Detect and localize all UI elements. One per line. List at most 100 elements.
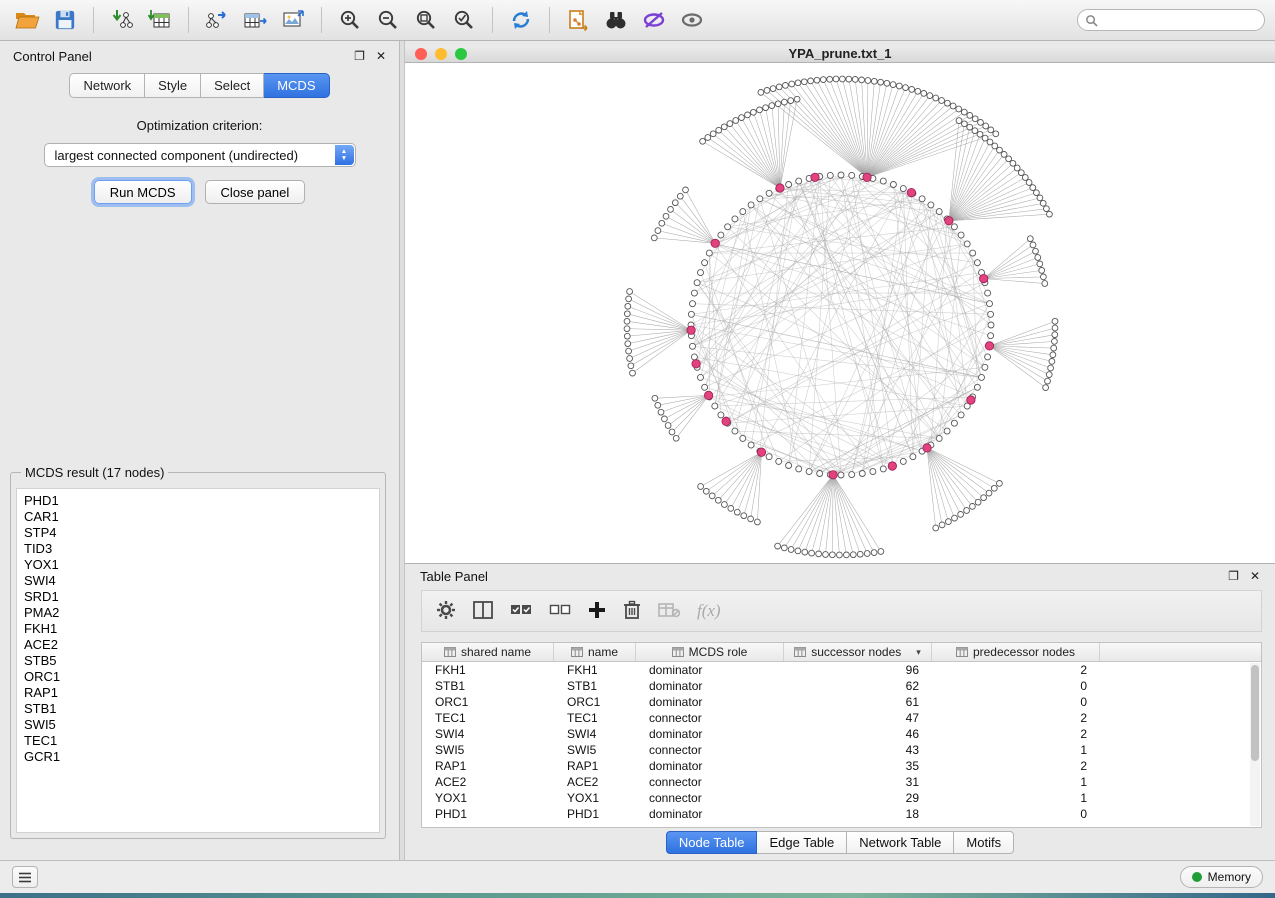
table-row[interactable]: FKH1FKH1dominator962: [422, 662, 1261, 678]
mcds-result-item[interactable]: TEC1: [24, 733, 372, 749]
mcds-result-item[interactable]: CAR1: [24, 509, 372, 525]
zoom-fit-button[interactable]: [409, 5, 443, 35]
table-settings-gear-icon[interactable]: [436, 600, 456, 623]
zoom-out-button[interactable]: [371, 5, 405, 35]
table-scrollbar[interactable]: [1250, 663, 1260, 826]
show-columns-icon[interactable]: [473, 601, 493, 622]
table-row[interactable]: YOX1YOX1connector291: [422, 790, 1261, 806]
table-row[interactable]: ACE2ACE2connector311: [422, 774, 1261, 790]
close-panel-icon[interactable]: ✕: [376, 49, 386, 63]
desktop-background: [0, 893, 1275, 898]
tab-select[interactable]: Select: [201, 73, 264, 98]
copy-document-button[interactable]: [561, 5, 595, 35]
window-maximize-icon[interactable]: [455, 48, 467, 60]
tab-motifs[interactable]: Motifs: [954, 831, 1014, 854]
network-window-titlebar[interactable]: YPA_prune.txt_1: [405, 45, 1275, 63]
import-network-button[interactable]: [105, 5, 139, 35]
criterion-dropdown-value: largest connected component (undirected): [55, 148, 299, 163]
clear-all-checks-icon[interactable]: [549, 602, 571, 621]
mcds-result-list[interactable]: PHD1CAR1STP4TID3YOX1SWI4SRD1PMA2FKH1ACE2…: [16, 488, 380, 833]
close-panel-icon[interactable]: ✕: [1250, 569, 1260, 583]
export-table-button[interactable]: [238, 5, 272, 35]
show-details-icon: [679, 8, 705, 32]
refresh-layout-button[interactable]: [504, 5, 538, 35]
select-all-checks-icon[interactable]: [510, 602, 532, 621]
tab-network-table[interactable]: Network Table: [847, 831, 954, 854]
tab-style[interactable]: Style: [145, 73, 201, 98]
table-row[interactable]: SWI5SWI5connector431: [422, 742, 1261, 758]
mcds-result-item[interactable]: FKH1: [24, 621, 372, 637]
mcds-result-item[interactable]: RAP1: [24, 685, 372, 701]
zoom-in-button[interactable]: [333, 5, 367, 35]
mcds-result-item[interactable]: STB1: [24, 701, 372, 717]
scrollbar-thumb[interactable]: [1251, 665, 1259, 761]
float-panel-icon[interactable]: ❐: [354, 49, 365, 63]
run-mcds-button[interactable]: Run MCDS: [94, 180, 192, 204]
tab-node-table[interactable]: Node Table: [666, 831, 758, 854]
table-row[interactable]: RAP1RAP1dominator352: [422, 758, 1261, 774]
console-menu-button[interactable]: [12, 866, 38, 888]
refresh-layout-icon: [508, 8, 534, 32]
search-input[interactable]: [1103, 13, 1253, 27]
column-header-successor-nodes[interactable]: successor nodes▾: [784, 643, 932, 661]
column-header-name[interactable]: name: [554, 643, 636, 661]
table-row[interactable]: ORC1ORC1dominator610: [422, 694, 1261, 710]
import-table-disabled-icon: [658, 602, 680, 621]
tab-mcds[interactable]: MCDS: [264, 73, 329, 98]
mcds-result-item[interactable]: PHD1: [24, 493, 372, 509]
open-folder-button[interactable]: [10, 5, 44, 35]
export-table-icon: [243, 8, 267, 32]
toolbar-search[interactable]: [1077, 9, 1265, 31]
network-window: YPA_prune.txt_1: [405, 45, 1275, 563]
hide-details-button[interactable]: [637, 5, 671, 35]
mcds-result-item[interactable]: ACE2: [24, 637, 372, 653]
mcds-result-item[interactable]: STB5: [24, 653, 372, 669]
save-icon: [54, 9, 76, 31]
zoom-selected-button[interactable]: [447, 5, 481, 35]
close-panel-button[interactable]: Close panel: [205, 180, 306, 204]
tab-edge-table[interactable]: Edge Table: [757, 831, 847, 854]
mcds-result-item[interactable]: SWI5: [24, 717, 372, 733]
criterion-dropdown[interactable]: largest connected component (undirected)…: [44, 143, 356, 167]
status-bar: Memory: [0, 860, 1275, 893]
table-row[interactable]: TEC1TEC1connector472: [422, 710, 1261, 726]
network-graph[interactable]: [405, 63, 1275, 563]
tab-network[interactable]: Network: [69, 73, 145, 98]
table-toolbar: f(x): [421, 590, 1262, 632]
window-minimize-icon[interactable]: [435, 48, 447, 60]
mcds-result-group: MCDS result (17 nodes) PHD1CAR1STP4TID3Y…: [10, 465, 386, 839]
mcds-result-item[interactable]: PMA2: [24, 605, 372, 621]
window-close-icon[interactable]: [415, 48, 427, 60]
export-network-button[interactable]: [200, 5, 234, 35]
mcds-result-item[interactable]: STP4: [24, 525, 372, 541]
export-image-button[interactable]: [276, 5, 310, 35]
column-header-MCDS-role[interactable]: MCDS role: [636, 643, 784, 661]
sort-dropdown-icon[interactable]: ▾: [916, 647, 921, 658]
search-binoculars-button[interactable]: [599, 5, 633, 35]
mcds-result-item[interactable]: GCR1: [24, 749, 372, 765]
memory-button[interactable]: Memory: [1180, 866, 1263, 888]
table-row[interactable]: SWI4SWI4dominator462: [422, 726, 1261, 742]
mcds-result-item[interactable]: YOX1: [24, 557, 372, 573]
column-header-predecessor-nodes[interactable]: predecessor nodes: [932, 643, 1100, 661]
mcds-result-item[interactable]: TID3: [24, 541, 372, 557]
column-header-shared-name[interactable]: shared name: [422, 643, 554, 661]
delete-column-icon[interactable]: [623, 600, 641, 623]
toolbar-separator: [188, 7, 189, 33]
hide-details-icon: [641, 8, 667, 32]
search-icon: [1085, 14, 1098, 27]
network-canvas[interactable]: [405, 63, 1275, 563]
add-column-icon[interactable]: [588, 601, 606, 622]
import-table-button[interactable]: [143, 5, 177, 35]
zoom-in-icon: [338, 8, 362, 32]
copy-document-icon: [566, 8, 590, 32]
save-button[interactable]: [48, 5, 82, 35]
show-details-button[interactable]: [675, 5, 709, 35]
mcds-result-item[interactable]: SRD1: [24, 589, 372, 605]
mcds-result-title: MCDS result (17 nodes): [21, 465, 168, 480]
mcds-result-item[interactable]: ORC1: [24, 669, 372, 685]
float-panel-icon[interactable]: ❐: [1228, 569, 1239, 583]
mcds-result-item[interactable]: SWI4: [24, 573, 372, 589]
table-row[interactable]: PHD1PHD1dominator180: [422, 806, 1261, 822]
table-row[interactable]: STB1STB1dominator620: [422, 678, 1261, 694]
